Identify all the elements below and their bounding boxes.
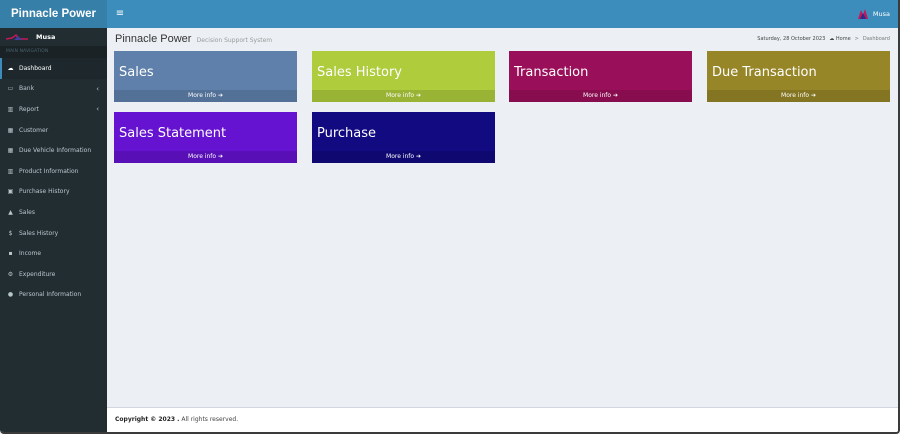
sidebar-menu: ☁ Dashboard ▭ Bank ‹ ▥ Report ‹ ▦ Customer ▦ Due Ve… — [0, 58, 107, 305]
sidebar-item-purchase-history[interactable]: ▣ Purchase History — [0, 182, 107, 203]
copyright-text: Copyright © 2023 . — [115, 416, 180, 423]
sidebar-item-label: Expenditure — [19, 270, 56, 278]
sidebar-item-label: Report — [19, 105, 39, 113]
tile-due-transaction: Due Transaction More info ➔ — [707, 51, 890, 102]
topbar-username: Musa — [872, 10, 890, 18]
sidebar-item-report[interactable]: ▥ Report ‹ — [0, 99, 107, 120]
customer-icon: ▦ — [7, 126, 14, 134]
user-icon: ● — [7, 291, 14, 299]
breadcrumb-home: Home — [835, 36, 851, 42]
sidebar-item-label: Purchase History — [19, 188, 70, 196]
area-chart-icon: ▲ — [8, 208, 13, 216]
sidebar-item-customer[interactable]: ▦ Customer — [0, 120, 107, 141]
sidebar-item-sales-history[interactable]: $ Sales History — [0, 223, 107, 244]
user-panel: Musa — [0, 28, 107, 46]
tile-title: Transaction — [514, 65, 589, 80]
sidebar-item-sales[interactable]: ▲ Sales — [0, 202, 107, 223]
chevron-left-icon: ‹ — [96, 84, 99, 93]
tile-sales-history: Sales History More info ➔ — [312, 51, 495, 102]
nav-section-header: MAIN NAVIGATION — [0, 46, 107, 58]
page-footer: Copyright © 2023 . All rights reserved. — [107, 407, 898, 432]
sidebar-item-label: Product Information — [19, 167, 79, 175]
sidebar-item-label: Sales History — [19, 229, 59, 237]
tile-sales-statement: Sales Statement More info ➔ — [114, 112, 297, 163]
sidebar-item-expenditure[interactable]: ⚙ Expenditure — [0, 264, 107, 285]
dashboard-icon: ☁ — [7, 64, 14, 72]
tile-sales: Sales More info ➔ — [114, 51, 297, 102]
tile-title: Due Transaction — [712, 65, 817, 80]
tile-title: Sales Statement — [119, 126, 227, 141]
more-info-link[interactable]: More info ➔ — [509, 90, 692, 102]
hamburger-icon[interactable]: ≡ — [113, 7, 127, 21]
more-info-link[interactable]: More info ➔ — [312, 151, 495, 163]
page-title: Pinnacle Power — [115, 33, 192, 45]
gear-icon: ⚙ — [7, 270, 14, 278]
avatar — [857, 9, 868, 19]
bar-chart-icon: ▥ — [7, 167, 14, 175]
content-header: Pinnacle Power Decision Support System S… — [115, 33, 890, 49]
more-info-link[interactable]: More info ➔ — [312, 90, 495, 102]
dollar-icon: $ — [8, 229, 13, 237]
sidebar-item-personal-information[interactable]: ● Personal Information — [0, 285, 107, 306]
grid-icon: ▦ — [7, 147, 14, 155]
page-subtitle: Decision Support System — [196, 37, 273, 44]
brand-text: Pinnacle Power — [10, 8, 96, 20]
main-content: Pinnacle Power Decision Support System S… — [107, 28, 898, 407]
dashboard-icon: ☁ — [829, 36, 835, 42]
tile-transaction: Transaction More info ➔ — [509, 51, 692, 102]
more-info-link[interactable]: More info ➔ — [114, 151, 297, 163]
sidebar-item-label: Income — [19, 250, 42, 258]
app-window: Pinnacle Power ≡ Musa Musa MAIN NAVIGATI… — [0, 0, 900, 434]
chevron-left-icon: ‹ — [96, 105, 99, 114]
sidebar-username: Musa — [36, 33, 56, 41]
breadcrumb: Saturday, 28 October 2023 ☁ Home > Dashb… — [757, 36, 890, 42]
user-menu[interactable]: Musa — [857, 7, 890, 21]
rights-text: All rights reserved. — [181, 416, 239, 423]
home-link[interactable]: ☁ Home — [829, 36, 850, 42]
tile-purchase: Purchase More info ➔ — [312, 112, 495, 163]
current-date: Saturday, 28 October 2023 — [757, 36, 826, 42]
sidebar-item-bank[interactable]: ▭ Bank ‹ — [0, 79, 107, 100]
breadcrumb-separator: > — [854, 36, 859, 42]
sidebar-item-label: Sales — [19, 208, 35, 216]
top-navbar: ≡ Musa — [107, 0, 898, 28]
tile-title: Purchase — [317, 126, 377, 141]
tile-title: Sales History — [317, 65, 402, 80]
sidebar: Musa MAIN NAVIGATION ☁ Dashboard ▭ Bank ‹ ▥ Re… — [0, 28, 107, 432]
breadcrumb-current: Dashboard — [862, 36, 890, 42]
sidebar-item-income[interactable]: ▪ Income — [0, 243, 107, 264]
sidebar-item-product-information[interactable]: ▥ Product Information — [0, 161, 107, 182]
user-avatar — [6, 33, 28, 40]
sidebar-item-label: Due Vehicle Information — [19, 147, 92, 155]
report-chart-icon: ▥ — [7, 105, 14, 113]
sidebar-item-label: Personal Information — [19, 291, 82, 299]
cart-icon: ▣ — [7, 188, 14, 196]
sidebar-item-dashboard[interactable]: ☁ Dashboard — [0, 58, 107, 79]
more-info-link[interactable]: More info ➔ — [114, 90, 297, 102]
sidebar-item-label: Dashboard — [19, 64, 52, 72]
bank-icon: ▭ — [7, 85, 14, 93]
tile-title: Sales — [119, 65, 154, 80]
sidebar-item-label: Bank — [19, 85, 35, 93]
sidebar-item-due-vehicle-information[interactable]: ▦ Due Vehicle Information — [0, 140, 107, 161]
cart-icon: ▪ — [8, 250, 13, 258]
sidebar-item-label: Customer — [19, 126, 49, 134]
brand-logo[interactable]: Pinnacle Power — [0, 0, 107, 28]
more-info-link[interactable]: More info ➔ — [707, 90, 890, 102]
